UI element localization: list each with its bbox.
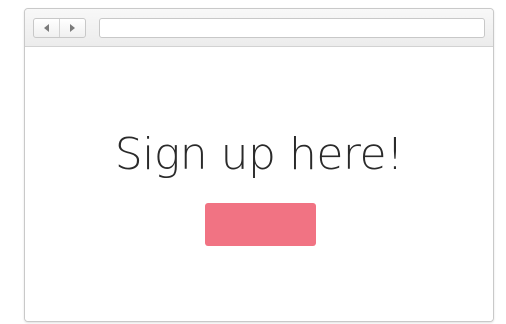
back-arrow-icon bbox=[44, 24, 49, 32]
forward-button[interactable] bbox=[59, 19, 85, 37]
screenshot-stage: Sign up here! bbox=[0, 0, 506, 324]
address-bar[interactable] bbox=[99, 18, 485, 38]
forward-arrow-icon bbox=[70, 24, 75, 32]
browser-window: Sign up here! bbox=[24, 8, 494, 322]
back-button[interactable] bbox=[34, 19, 59, 37]
browser-toolbar bbox=[25, 9, 493, 47]
signup-button[interactable] bbox=[205, 203, 316, 246]
page-content: Sign up here! bbox=[25, 47, 493, 321]
navigation-buttons bbox=[33, 18, 86, 38]
page-headline: Sign up here! bbox=[114, 129, 404, 180]
